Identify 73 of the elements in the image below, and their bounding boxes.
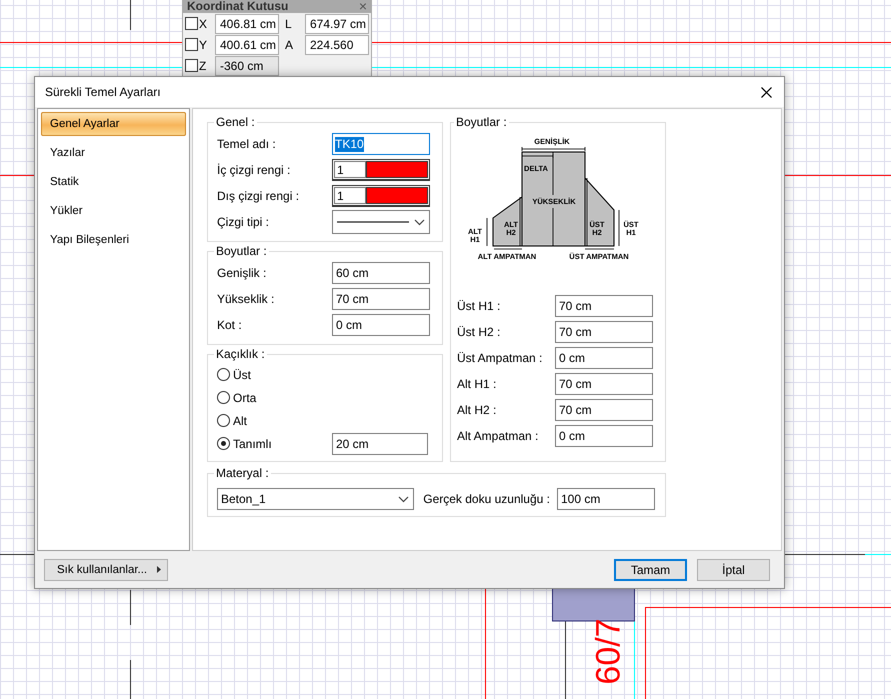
- color-number: 1: [334, 161, 366, 178]
- sidebar-item[interactable]: Yazılar: [41, 141, 186, 165]
- radio-button[interactable]: [217, 437, 230, 450]
- input-field[interactable]: 70 cm: [555, 373, 653, 395]
- axis-label: Y: [199, 38, 208, 52]
- axis-checkbox[interactable]: [185, 17, 198, 30]
- chevron-down-icon: [398, 496, 410, 502]
- radio-option[interactable]: Üst: [217, 368, 251, 382]
- color-picker[interactable]: 1: [332, 159, 430, 181]
- input-field[interactable]: 100 cm: [557, 488, 655, 510]
- dialog-title: Sürekli Temel Ayarları: [45, 85, 161, 99]
- dimension-label: 60/7: [590, 618, 629, 685]
- field-label: İç çizgi rengi :: [217, 163, 292, 177]
- input-field[interactable]: 20 cm: [332, 432, 428, 454]
- group-title: Boyutlar :: [455, 115, 508, 129]
- axis-checkbox[interactable]: [185, 38, 198, 51]
- favorites-button[interactable]: Sık kullanılanlar...: [44, 558, 168, 580]
- caret-right-icon: [157, 566, 161, 573]
- input-field[interactable]: 70 cm: [555, 399, 653, 421]
- field-label: Üst H1 :: [457, 299, 502, 313]
- axis-label: L: [285, 16, 293, 30]
- chevron-down-icon: [414, 218, 425, 226]
- panel-title: Koordinat Kutusu: [187, 0, 288, 13]
- radio-option[interactable]: Alt: [217, 414, 248, 428]
- radio-option[interactable]: Tanımlı: [217, 436, 272, 450]
- input-field[interactable]: 70 cm: [555, 321, 653, 343]
- group-title: Boyutlar :: [215, 244, 268, 258]
- dialog-button[interactable]: Tamam: [614, 558, 687, 580]
- name-field[interactable]: TK10: [332, 133, 430, 155]
- dialog-button[interactable]: İptal: [697, 558, 770, 580]
- sidebar-item[interactable]: Genel Ayarlar: [41, 112, 186, 136]
- coordinate-field[interactable]: 406.81 cm: [215, 14, 279, 34]
- field-label: Çizgi tipi :: [217, 215, 270, 229]
- close-icon: [760, 86, 772, 98]
- input-field[interactable]: 70 cm: [555, 295, 653, 317]
- group-title: Kaçıklık :: [215, 347, 266, 361]
- axis-label: A: [285, 38, 294, 52]
- coordinate-field[interactable]: 224.560: [305, 34, 369, 54]
- field-label: Temel adı :: [217, 137, 277, 151]
- group-title: Materyal :: [215, 466, 270, 480]
- sidebar-item[interactable]: Yükler: [41, 199, 186, 223]
- group-title: Genel :: [215, 115, 256, 129]
- color-number: 1: [334, 187, 366, 204]
- field-label: Yükseklik :: [217, 292, 276, 306]
- axis-label: X: [199, 16, 208, 30]
- radio-button[interactable]: [217, 414, 230, 427]
- input-field[interactable]: 0 cm: [555, 425, 653, 447]
- field-label: Gerçek doku uzunluğu :: [423, 492, 550, 506]
- solid-line-icon: [337, 221, 409, 223]
- field-label: Alt H1 :: [457, 377, 498, 391]
- coordinate-field[interactable]: 674.97 cm: [305, 14, 369, 34]
- close-button[interactable]: [758, 84, 774, 100]
- field-label: Genişlik :: [217, 266, 268, 280]
- axis-label: Z: [199, 58, 208, 72]
- radio-button[interactable]: [217, 368, 230, 381]
- input-field[interactable]: 70 cm: [332, 288, 430, 310]
- field-label: Alt Ampatman :: [457, 429, 540, 443]
- coordinate-field[interactable]: 400.61 cm: [215, 34, 279, 54]
- radio-button[interactable]: [217, 391, 230, 404]
- radio-option[interactable]: Orta: [217, 390, 256, 404]
- field-label: Üst H2 :: [457, 325, 502, 339]
- input-field[interactable]: 60 cm: [332, 262, 430, 284]
- field-label: Alt H2 :: [457, 403, 498, 417]
- input-field[interactable]: 0 cm: [332, 314, 430, 336]
- material-dropdown[interactable]: Beton_1: [217, 488, 414, 510]
- line-type-dropdown[interactable]: [332, 210, 430, 234]
- input-field[interactable]: 0 cm: [555, 347, 653, 369]
- field-label: Üst Ampatman :: [457, 351, 544, 365]
- color-picker[interactable]: 1: [332, 185, 430, 207]
- field-label: Kot :: [217, 318, 243, 332]
- field-label: Dış çizgi rengi :: [217, 189, 300, 203]
- sidebar-item[interactable]: Yapı Bileşenleri: [41, 228, 186, 252]
- sidebar-item[interactable]: Statik: [41, 170, 186, 194]
